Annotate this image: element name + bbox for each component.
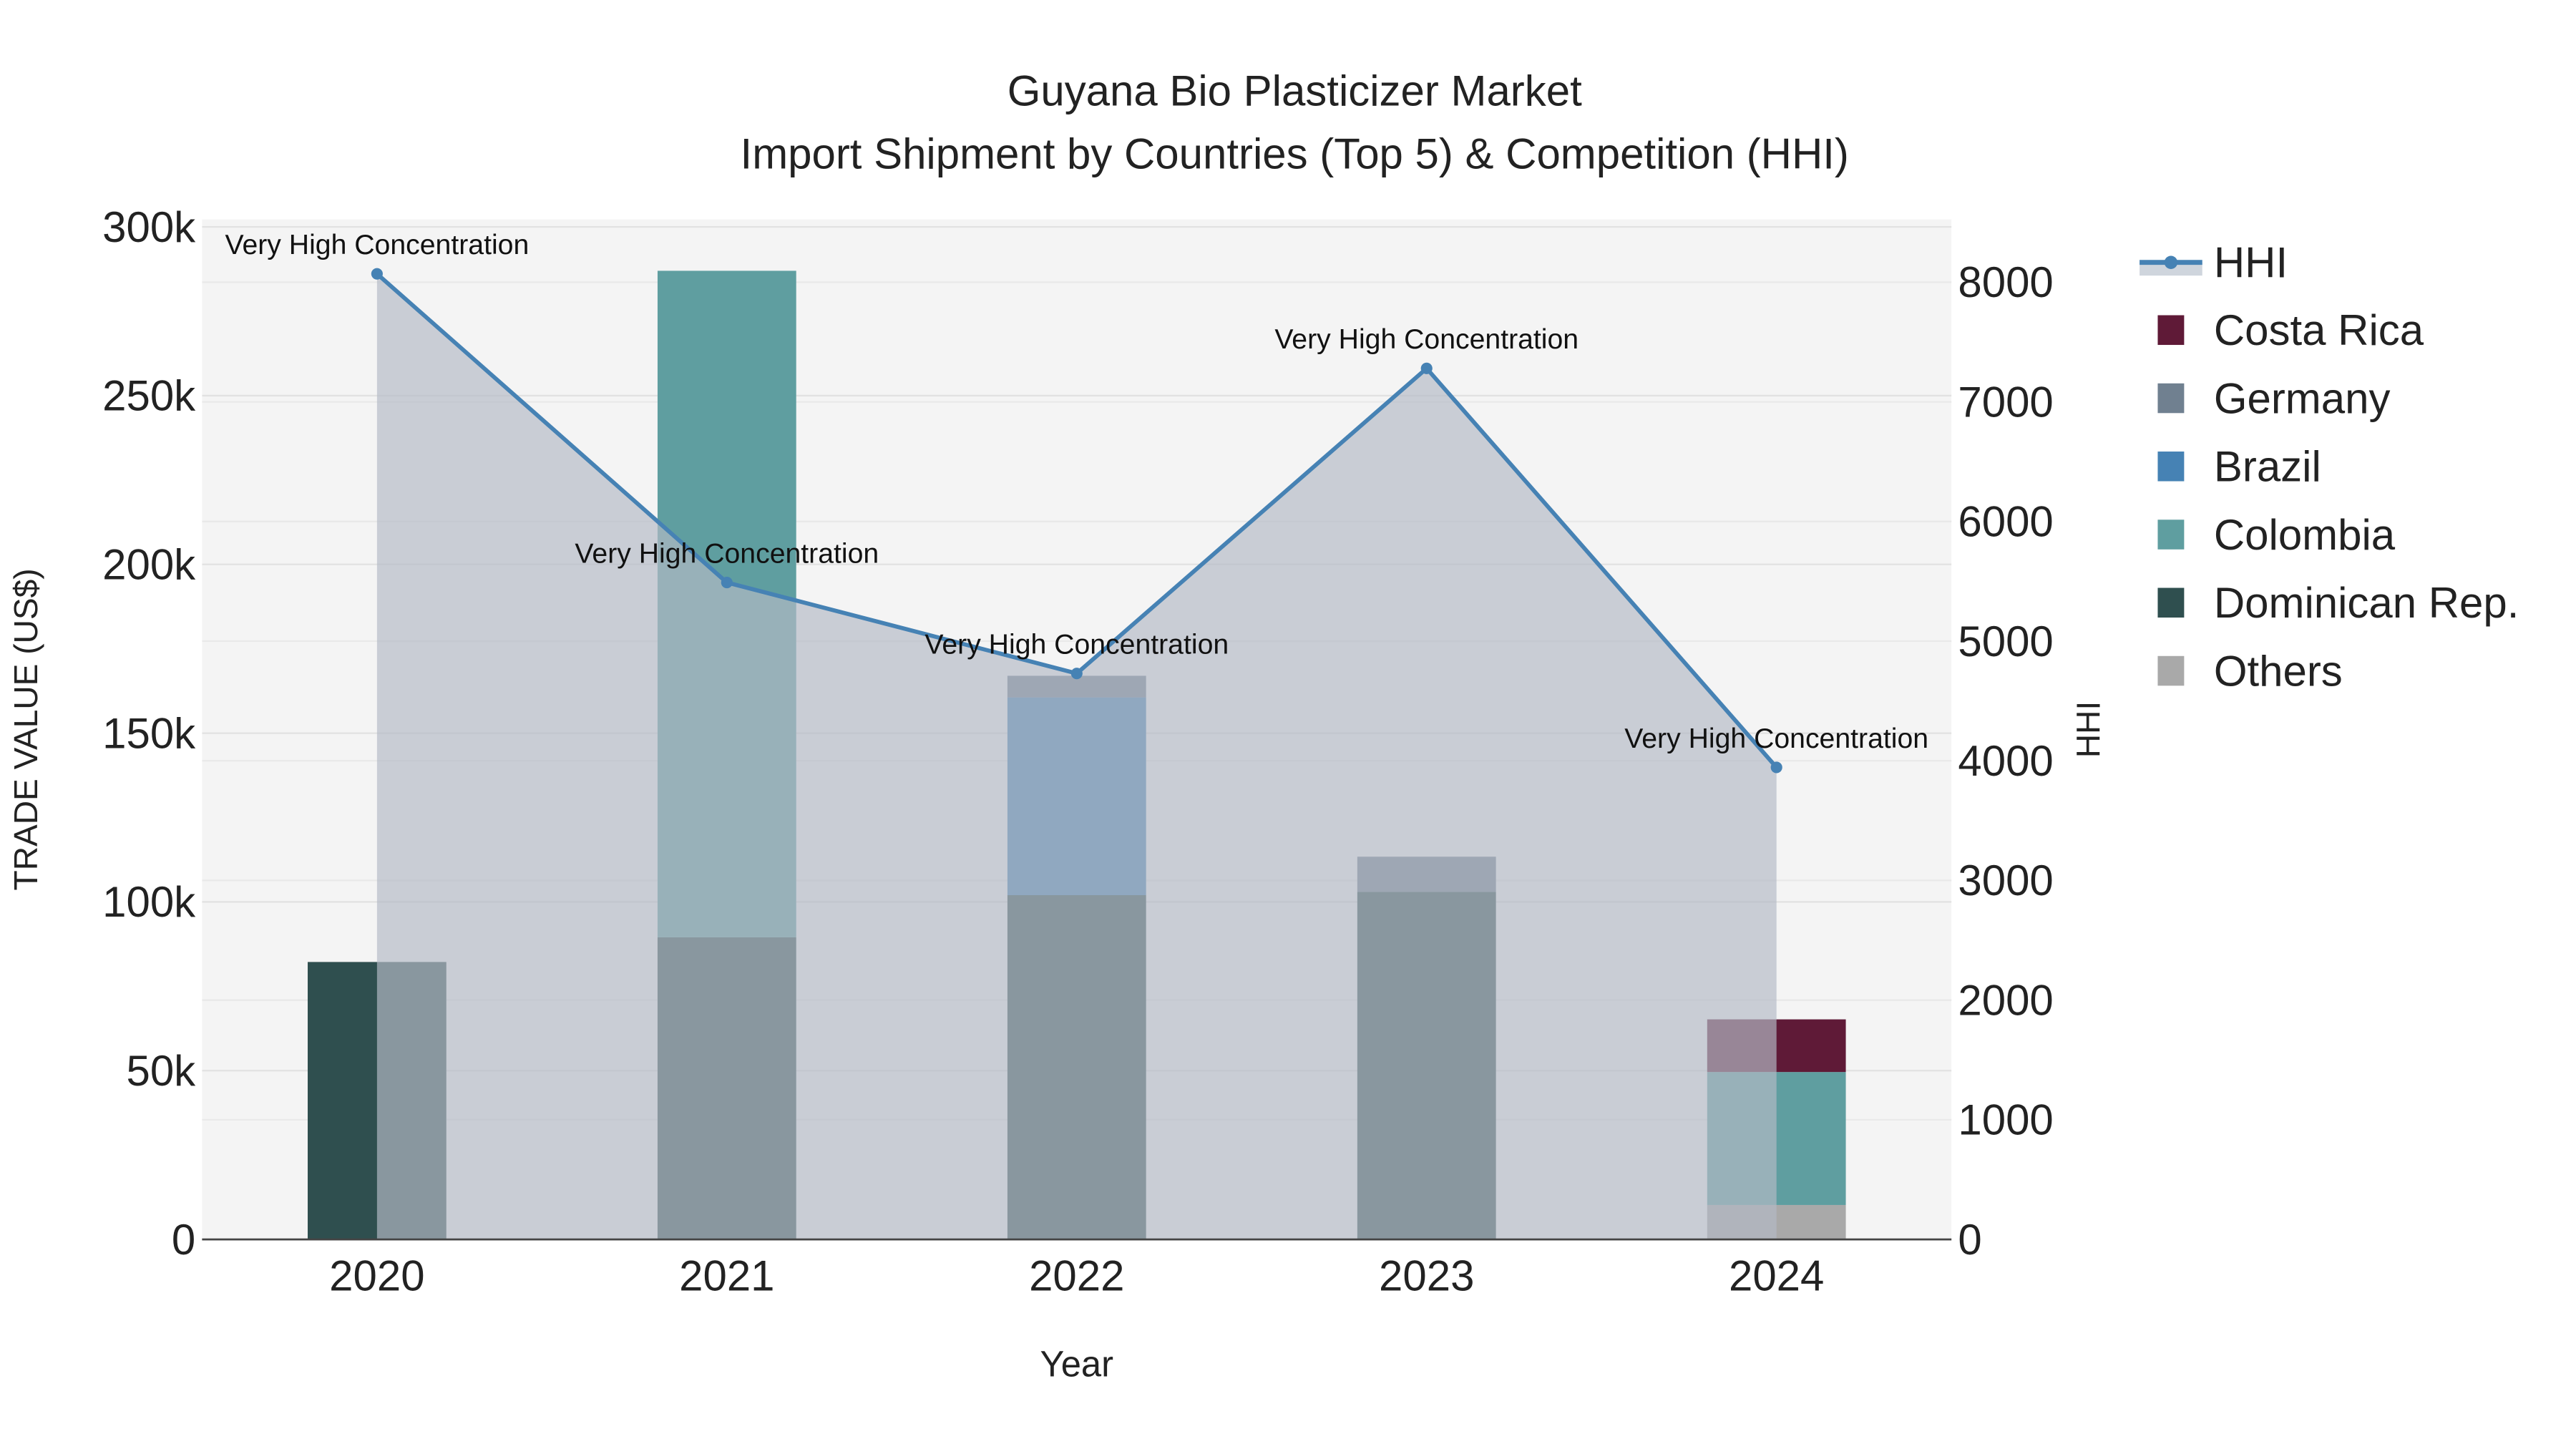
x-tick-label: 2023 [1379,1252,1474,1300]
legend-swatch [2157,315,2185,346]
y-tick-label: 300k [102,203,196,251]
hhi-point [1070,668,1083,680]
legend-label: Costa Rica [2214,306,2424,354]
x-tick-label: 2024 [1729,1252,1824,1300]
hhi-annotation: Very High Concentration [1624,723,1928,754]
legend-swatch [2157,452,2185,482]
y-axis-label: TRADE VALUE (US$) [7,568,44,890]
legend-label: Germany [2214,374,2391,422]
hhi-point [721,577,733,589]
legend-hhi-marker [2164,255,2178,269]
y-tick-label: 100k [102,878,196,926]
hhi-annotation: Very High Concentration [575,538,879,569]
legend-swatch [2157,587,2185,618]
legend-label: Colombia [2214,511,2396,559]
hhi-point [1770,761,1782,774]
y-tick-label: 200k [102,541,196,589]
y-axis-ticks: 0 50k 100k 150k 200k 250k 300k [102,203,196,1264]
legend-swatch [2157,655,2185,686]
hhi-annotation: Very High Concentration [1274,324,1579,355]
hhi-annotation: Very High Concentration [924,629,1229,660]
x-tick-label: 2022 [1029,1252,1124,1300]
legend-label: Others [2214,647,2343,695]
chart-subtitle: Import Shipment by Countries (Top 5) & C… [741,130,1849,177]
y2-tick-label: 4000 [1958,737,2053,785]
y2-tick-label: 3000 [1958,857,2053,904]
y-tick-label: 150k [102,709,196,757]
legend: HHI Costa Rica Germany Brazil Colombia Domini… [2140,238,2519,695]
y2-tick-label: 7000 [1958,378,2053,426]
legend-label: Brazil [2214,443,2321,491]
y2-tick-label: 6000 [1958,498,2053,546]
legend-label: Dominican Rep. [2214,579,2519,627]
x-tick-label: 2021 [679,1252,774,1300]
legend-swatch [2157,383,2185,414]
chart: Guyana Bio Plasticizer Market Import Shi… [7,67,2519,1385]
y2-axis-ticks: 0 1000 2000 3000 4000 5000 6000 7000 8000 [1958,258,2053,1264]
hhi-annotation: Very High Concentration [225,230,529,260]
chart-title: Guyana Bio Plasticizer Market [1008,67,1582,115]
x-tick-label: 2020 [329,1252,424,1300]
y2-tick-label: 1000 [1958,1096,2053,1144]
y2-axis-label: HHI [2070,701,2107,758]
y2-tick-label: 0 [1958,1216,1981,1264]
y-tick-label: 0 [172,1216,195,1264]
y2-tick-label: 2000 [1958,976,2053,1024]
legend-swatch [2157,519,2185,550]
x-axis-ticks: 2020 2021 2022 2023 2024 [329,1252,1824,1300]
y2-tick-label: 8000 [1958,258,2053,306]
y-tick-label: 50k [127,1047,197,1095]
hhi-point [371,268,383,280]
x-axis-label: Year [1040,1344,1114,1385]
hhi-point [1420,362,1433,374]
legend-label-hhi: HHI [2214,238,2288,286]
y-tick-label: 250k [102,372,196,420]
y2-tick-label: 5000 [1958,618,2053,665]
